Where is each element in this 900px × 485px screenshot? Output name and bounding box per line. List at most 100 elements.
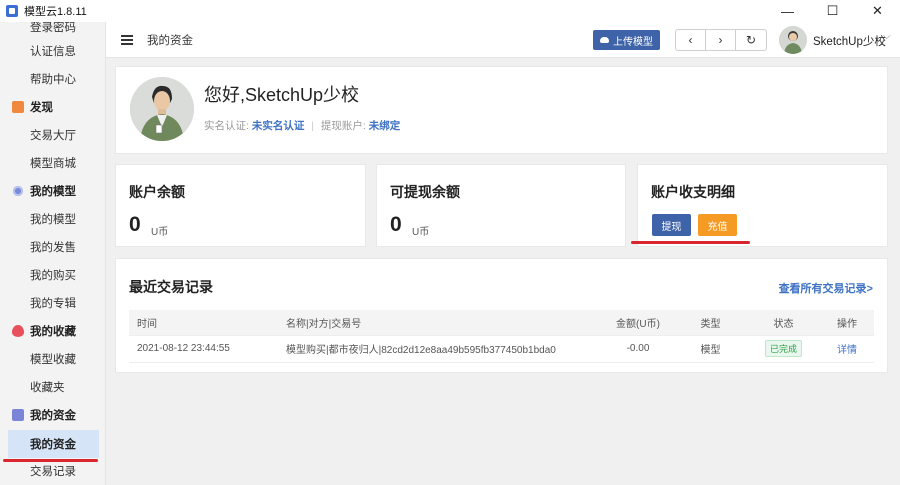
sidebar-item-my-funds[interactable]: 我的资金 [8,430,99,458]
minimize-button[interactable]: — [765,0,810,22]
account-detail-title: 账户收支明细 [651,184,735,200]
sidebar-section-my-funds[interactable]: 我的资金 [0,401,105,429]
withdrawable-balance-unit: U币 [412,227,430,238]
discover-icon [12,101,24,113]
table-row: 2021-08-12 23:44:55 模型购买|都市夜归人|82cd2d12e… [129,335,874,363]
withdrawable-balance-title: 可提现余额 [390,184,460,200]
detail-link[interactable]: 详情 [837,345,857,356]
close-button[interactable]: ✕ [855,0,900,22]
upload-model-label: 上传模型 [613,36,653,48]
sidebar-item-label: 我的模型 [30,214,76,226]
window-controls: — ☐ ✕ [765,0,900,22]
model-icon [12,185,24,197]
withdraw-button[interactable]: 提现 [652,214,691,236]
sidebar-item-my-models[interactable]: 我的模型 [0,205,105,233]
sidebar-item-help-center[interactable]: 帮助中心 [0,65,105,93]
recent-transactions-card: 最近交易记录 查看所有交易记录> 时间 名称|对方|交易号 金额(U币) 类型 … [115,258,888,373]
window-title: 模型云1.8.11 [24,6,87,18]
sidebar-section-label: 我的模型 [30,186,76,198]
page-title: 我的资金 [147,34,193,47]
sidebar-item-model-store[interactable]: 模型商城 [0,149,105,177]
view-all-transactions-link[interactable]: 查看所有交易记录> [779,280,873,296]
column-header-name: 名称|对方|交易号 [278,310,602,336]
navigation-group: ‹ › ↻ [675,29,767,51]
user-name[interactable]: SketchUp少校 [813,33,886,49]
column-header-status: 状态 [747,310,820,336]
annotation-underline-buttons [631,241,750,244]
account-balance-unit: U币 [151,227,169,238]
cell-action: 详情 [820,335,874,363]
window-titlebar: 模型云1.8.11 — ☐ ✕ [0,0,900,22]
withdrawable-balance-card: 可提现余额 0 U币 [376,164,626,247]
sidebar-item-label: 交易记录 [30,466,76,478]
sidebar-section-label: 发现 [30,102,53,114]
realname-label: 实名认证: [204,120,249,132]
recharge-button[interactable]: 充值 [698,214,737,236]
sidebar-item-my-sales[interactable]: 我的发售 [0,233,105,261]
forward-button[interactable]: › [706,30,736,50]
app-logo-icon [6,5,18,17]
refresh-button[interactable]: ↻ [736,30,766,50]
maximize-button[interactable]: ☐ [810,0,855,22]
wallet-icon [12,409,24,421]
account-balance-title: 账户余额 [129,184,185,200]
sidebar-item-my-albums[interactable]: 我的专辑 [0,289,105,317]
greeting-text: 您好,SketchUp少校 [204,85,360,105]
menu-toggle-icon[interactable] [121,34,133,45]
cell-type: 模型 [674,335,747,363]
status-badge: 已完成 [764,340,802,357]
column-header-action: 操作 [820,310,874,336]
divider: | [311,120,314,132]
favorites-icon [12,325,24,337]
sidebar-item-label: 登录密码 [30,22,76,34]
sidebar-section-label: 我的收藏 [30,326,76,338]
sidebar-item-trading-hall[interactable]: 交易大厅 [0,121,105,149]
sidebar-section-label: 我的资金 [30,410,76,422]
sidebar-section-discover[interactable]: 发现 [0,93,105,121]
column-header-amount: 金额(U币) [602,310,674,336]
upload-model-button[interactable]: 上传模型 [593,30,660,50]
sidebar-item-label: 认证信息 [30,46,76,58]
annotation-underline-sidebar [3,459,98,462]
sidebar: 登录密码 认证信息 帮助中心 发现 交易大厅 模型商城 我的模型 我的模型 我的… [0,22,106,485]
sidebar-item-verification[interactable]: 认证信息 [0,37,105,65]
column-header-type: 类型 [674,310,747,336]
profile-card: 您好,SketchUp少校 实名认证: 未实名认证 | 提现账户: 未绑定 [115,66,888,154]
sidebar-item-label: 我的购买 [30,270,76,282]
withdraw-account-label: 提现账户: [320,120,366,132]
table-header-row: 时间 名称|对方|交易号 金额(U币) 类型 状态 操作 [129,310,874,336]
user-avatar[interactable] [779,26,807,54]
sidebar-item-label: 我的发售 [30,242,76,254]
sidebar-item-label: 交易大厅 [30,130,76,142]
column-header-time: 时间 [129,310,278,336]
sidebar-item-label: 我的资金 [30,439,76,451]
back-button[interactable]: ‹ [676,30,706,50]
sidebar-item-folders[interactable]: 收藏夹 [0,373,105,401]
sidebar-item-label: 我的专辑 [30,298,76,310]
sidebar-item-my-purchases[interactable]: 我的购买 [0,261,105,289]
sidebar-section-my-models[interactable]: 我的模型 [0,177,105,205]
cell-name: 模型购买|都市夜归人|82cd2d12e8aa49b595fb377450b1b… [278,335,602,363]
profile-avatar [130,77,194,141]
sidebar-item-model-favorites[interactable]: 模型收藏 [0,345,105,373]
account-status-line: 实名认证: 未实名认证 | 提现账户: 未绑定 [204,118,400,133]
top-header: 我的资金 上传模型 ‹ › ↻ SketchUp少校 ⌵ [106,22,900,58]
transactions-table: 时间 名称|对方|交易号 金额(U币) 类型 状态 操作 2021-08-12 … [129,310,874,363]
sidebar-item-label: 收藏夹 [30,382,65,394]
sidebar-item-label: 模型收藏 [30,354,76,366]
realname-status-link[interactable]: 未实名认证 [252,120,305,132]
account-balance-card: 账户余额 0 U币 [115,164,366,247]
withdrawable-balance-value: 0 [390,213,402,236]
withdraw-account-status-link[interactable]: 未绑定 [369,120,401,132]
sidebar-item-label: 模型商城 [30,158,76,170]
cloud-upload-icon [600,37,609,43]
cell-amount: -0.00 [602,335,674,363]
sidebar-item-label: 帮助中心 [30,74,76,86]
chevron-down-icon[interactable]: ⌵ [883,31,891,42]
cell-status: 已完成 [747,335,820,363]
cell-time: 2021-08-12 23:44:55 [129,335,278,363]
recent-transactions-title: 最近交易记录 [129,279,213,295]
account-detail-card: 账户收支明细 提现 充值 [637,164,888,247]
sidebar-section-favorites[interactable]: 我的收藏 [0,317,105,345]
account-balance-value: 0 [129,213,141,236]
